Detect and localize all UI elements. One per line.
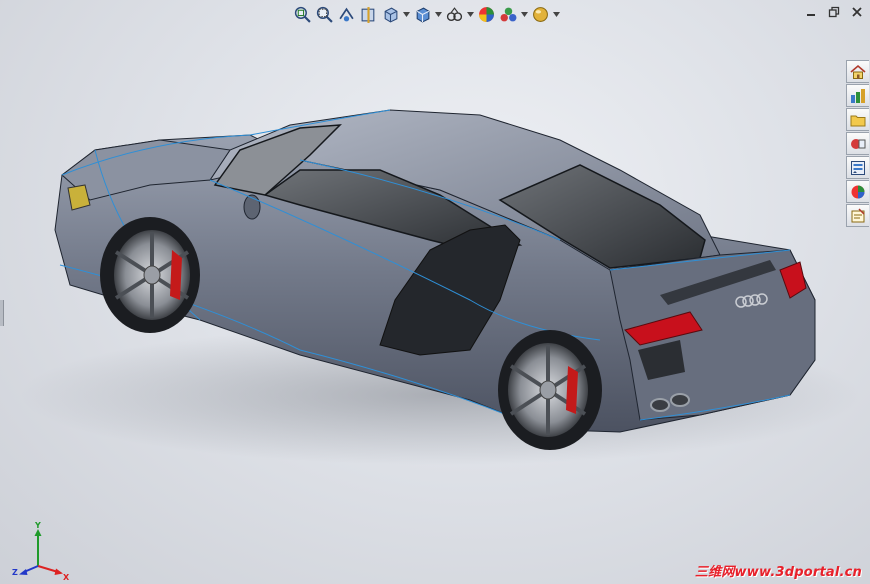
task-pane-tab-home[interactable] xyxy=(846,60,869,83)
restore-icon xyxy=(828,6,840,18)
reference-triad: Y X Z xyxy=(12,521,70,582)
zoom-to-fit-button[interactable] xyxy=(292,4,312,24)
custom-properties-icon xyxy=(851,207,865,222)
zoom-to-area-icon xyxy=(316,6,333,23)
view-settings-icon xyxy=(532,6,548,22)
previous-view-button[interactable] xyxy=(336,4,356,24)
chevron-down-icon xyxy=(552,11,560,17)
task-pane-tab-custom-properties[interactable] xyxy=(846,204,869,227)
file-explorer-icon xyxy=(850,115,866,126)
previous-view-icon xyxy=(338,7,354,21)
restore-button[interactable] xyxy=(827,5,841,19)
document-window-controls xyxy=(804,5,864,19)
minimize-icon xyxy=(807,14,815,16)
triad-x-arrow xyxy=(54,568,63,575)
task-pane-tab-file-explorer[interactable] xyxy=(846,108,869,131)
task-pane-tab-scenes[interactable] xyxy=(846,180,869,203)
zoom-to-area-button[interactable] xyxy=(314,4,334,24)
triad-x-axis xyxy=(37,565,59,573)
triad-z-label: Z xyxy=(12,568,18,577)
apply-scene-button[interactable] xyxy=(498,4,518,24)
watermark: 三维网www.3dportal.cn xyxy=(694,565,862,580)
triad-y-arrow xyxy=(34,529,42,536)
zoom-to-fit-icon xyxy=(294,6,311,23)
exhaust-left xyxy=(650,398,670,412)
display-style-dropdown[interactable] xyxy=(434,4,442,24)
triad-z-arrow xyxy=(19,569,28,575)
chevron-down-icon xyxy=(402,11,410,17)
front-wheel xyxy=(100,217,200,333)
edit-appearance-icon xyxy=(478,6,494,22)
car-model[interactable] xyxy=(0,0,870,584)
task-pane-tabs xyxy=(846,60,870,227)
rear-wheel xyxy=(498,330,602,450)
exhaust-right xyxy=(670,393,690,407)
minimize-button[interactable] xyxy=(804,5,818,19)
task-pane-tab-appearances[interactable] xyxy=(846,156,869,179)
hide-show-items-icon xyxy=(446,6,462,21)
close-button[interactable] xyxy=(850,5,864,19)
home-icon xyxy=(850,64,866,79)
display-style-icon xyxy=(416,7,429,23)
chevron-down-icon xyxy=(434,11,442,17)
view-orientation-button[interactable] xyxy=(380,4,400,24)
view-palette-icon xyxy=(851,138,866,149)
section-view-icon xyxy=(361,6,374,23)
close-icon xyxy=(852,7,862,17)
task-pane-tab-view-palette[interactable] xyxy=(846,132,869,155)
appearances-icon xyxy=(851,160,865,175)
hide-show-items-button[interactable] xyxy=(444,4,464,24)
scenes-icon xyxy=(851,185,865,198)
feature-tree-splitter[interactable] xyxy=(0,300,4,326)
apply-scene-icon xyxy=(500,7,516,21)
triad-y-label: Y xyxy=(34,521,41,530)
task-pane-tab-design-library[interactable] xyxy=(846,84,869,107)
graphics-area[interactable]: Y X Z 三维网www.3dportal.cn xyxy=(0,0,870,584)
apply-scene-dropdown[interactable] xyxy=(520,4,528,24)
side-mirror xyxy=(243,194,261,220)
hide-show-items-dropdown[interactable] xyxy=(466,4,474,24)
triad-x-label: X xyxy=(63,573,70,582)
view-orientation-dropdown[interactable] xyxy=(402,4,410,24)
heads-up-view-toolbar xyxy=(292,3,560,25)
view-settings-dropdown[interactable] xyxy=(552,4,560,24)
view-orientation-icon xyxy=(384,7,397,23)
edit-appearance-button[interactable] xyxy=(476,4,496,24)
view-settings-button[interactable] xyxy=(530,4,550,24)
chevron-down-icon xyxy=(466,11,474,17)
chevron-down-icon xyxy=(520,11,528,17)
design-library-icon xyxy=(851,88,865,103)
section-view-button[interactable] xyxy=(358,4,378,24)
display-style-button[interactable] xyxy=(412,4,432,24)
